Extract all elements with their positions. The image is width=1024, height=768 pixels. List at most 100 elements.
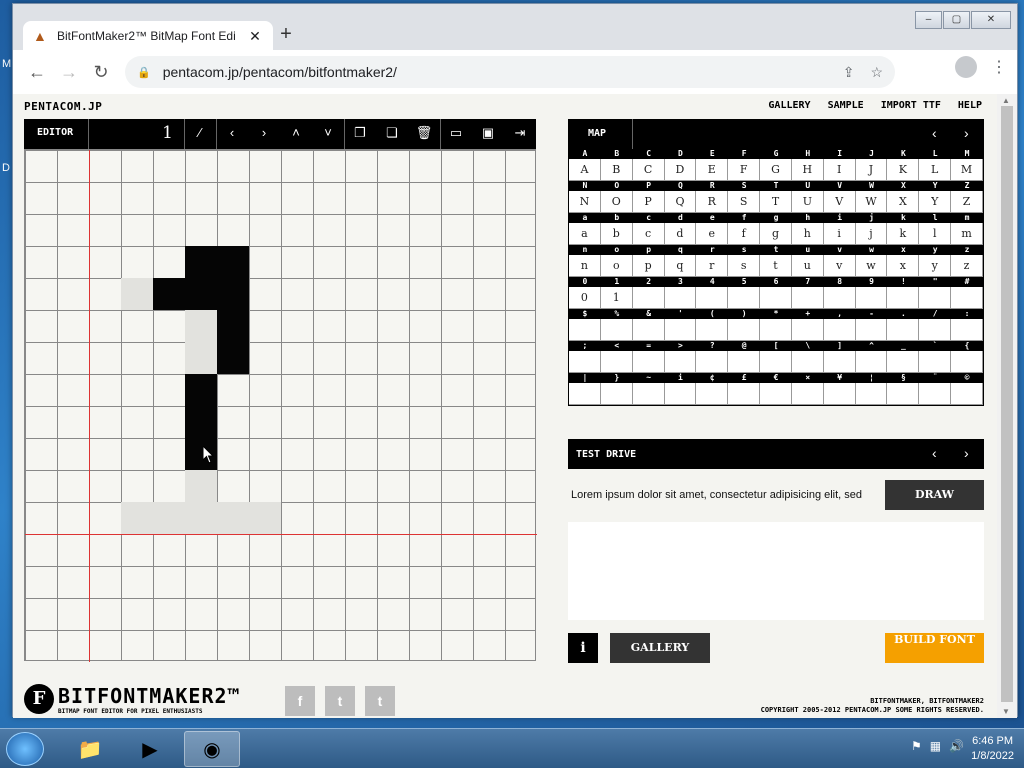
map-glyph-cell[interactable] [664,319,697,341]
map-glyph-cell[interactable]: u [791,255,824,277]
map-glyph-cell[interactable] [887,351,920,373]
map-glyph-cell[interactable]: q [664,255,697,277]
forward-arrow-icon[interactable]: → [53,56,85,88]
map-glyph-cell[interactable] [728,287,761,309]
map-glyph-cell[interactable]: o [600,255,633,277]
map-prev-icon[interactable]: ‹ [932,125,937,141]
map-glyph-cell[interactable] [600,383,633,405]
map-glyph-cell[interactable] [887,319,920,341]
map-glyph-cell[interactable]: c [632,223,665,245]
map-glyph-cell[interactable] [569,351,601,373]
map-glyph-cell[interactable]: i [823,223,856,245]
map-glyph-cell[interactable] [696,383,729,405]
map-glyph-cell[interactable] [791,287,824,309]
close-tab-icon[interactable]: ✕ [247,28,263,45]
map-glyph-cell[interactable]: B [600,159,633,181]
map-glyph-cell[interactable]: l [919,223,952,245]
new-tab-button[interactable]: + [275,24,297,46]
filled-pixel[interactable] [185,374,217,406]
network-icon[interactable]: ▦ [930,739,941,753]
map-glyph-cell[interactable] [791,319,824,341]
map-glyph-cell[interactable]: x [887,255,920,277]
filled-pixel[interactable] [153,278,185,310]
filled-pixel[interactable] [185,246,217,278]
map-glyph-cell[interactable]: J [855,159,888,181]
map-glyph-cell[interactable]: P [632,191,665,213]
nav-import-ttf-link[interactable]: IMPORT TTF [881,100,941,111]
nav-help-link[interactable]: HELP [958,100,982,111]
map-glyph-cell[interactable]: 0 [569,287,601,309]
map-glyph-cell[interactable]: Z [951,191,983,213]
map-glyph-cell[interactable] [696,351,729,373]
back-arrow-icon[interactable]: ← [21,56,53,88]
map-glyph-cell[interactable]: p [632,255,665,277]
map-glyph-cell[interactable]: n [569,255,601,277]
map-glyph-cell[interactable]: b [600,223,633,245]
map-glyph-cell[interactable] [919,351,952,373]
map-glyph-cell[interactable]: K [887,159,920,181]
open-folder-icon[interactable]: ▭ [444,125,468,141]
map-glyph-cell[interactable] [632,319,665,341]
close-window-button[interactable]: ✕ [971,11,1011,29]
map-glyph-cell[interactable] [951,319,983,341]
action-center-icon[interactable]: ⚑ [911,739,922,753]
map-glyph-cell[interactable]: s [728,255,761,277]
trash-icon[interactable]: 🗑 [412,125,436,141]
map-glyph-cell[interactable] [887,287,920,309]
map-glyph-cell[interactable]: V [823,191,856,213]
map-glyph-cell[interactable]: y [919,255,952,277]
address-bar[interactable]: 🔒 pentacom.jp/pentacom/bitfontmaker2/ ⇪ … [125,56,895,88]
filled-pixel[interactable] [185,278,217,310]
map-glyph-cell[interactable] [823,319,856,341]
export-icon[interactable]: ⇥ [508,125,532,141]
map-glyph-cell[interactable]: m [951,223,983,245]
site-brand-link[interactable]: PENTACOM.JP [24,100,102,113]
test-drive-input[interactable]: Lorem ipsum dolor sit amet, consectetur … [571,489,862,501]
minimize-button[interactable]: – [915,11,942,29]
maximize-button[interactable]: ▢ [943,11,970,29]
filled-pixel[interactable] [217,246,249,278]
scroll-thumb[interactable] [1001,106,1013,702]
map-glyph-cell[interactable] [823,383,856,405]
shift-down-icon[interactable]: ˅ [316,125,340,140]
map-glyph-cell[interactable]: D [664,159,697,181]
map-glyph-cell[interactable]: X [887,191,920,213]
start-button[interactable] [6,732,44,766]
bookmark-star-icon[interactable]: ☆ [870,64,883,81]
map-glyph-cell[interactable]: I [823,159,856,181]
map-glyph-cell[interactable]: d [664,223,697,245]
filled-pixel[interactable] [217,342,249,374]
map-glyph-cell[interactable]: f [728,223,761,245]
browser-tab[interactable]: ▲ BitFontMaker2™ BitMap Font Edi ✕ [23,21,273,51]
map-glyph-cell[interactable]: G [760,159,792,181]
scroll-down-icon[interactable]: ▼ [1002,707,1010,716]
map-glyph-cell[interactable] [919,319,952,341]
map-glyph-cell[interactable]: j [855,223,888,245]
facebook-icon[interactable]: f [285,686,315,716]
map-next-icon[interactable]: › [964,125,969,141]
map-glyph-cell[interactable]: g [760,223,792,245]
map-glyph-cell[interactable] [696,287,729,309]
map-glyph-cell[interactable]: z [951,255,983,277]
chrome-icon[interactable]: ◉ [184,731,240,767]
next-glyph-icon[interactable]: › [252,125,276,140]
map-glyph-cell[interactable]: h [791,223,824,245]
filled-pixel[interactable] [217,310,249,342]
map-glyph-cell[interactable] [728,383,761,405]
clock[interactable]: 6:46 PM 1/8/2022 [971,734,1014,764]
draw-button[interactable]: DRAW [885,480,984,510]
filled-pixel[interactable] [185,406,217,438]
map-glyph-cell[interactable] [823,351,856,373]
map-glyph-cell[interactable] [919,287,952,309]
map-glyph-cell[interactable] [600,319,633,341]
map-glyph-cell[interactable]: M [951,159,983,181]
map-glyph-cell[interactable]: E [696,159,729,181]
map-glyph-cell[interactable] [791,383,824,405]
map-glyph-cell[interactable] [760,319,792,341]
map-glyph-cell[interactable]: O [600,191,633,213]
map-glyph-cell[interactable] [569,383,601,405]
test-drive-next-icon[interactable]: › [964,445,969,461]
pixel-grid[interactable] [24,149,537,662]
shift-up-icon[interactable]: ˄ [284,125,308,140]
map-glyph-cell[interactable] [632,351,665,373]
